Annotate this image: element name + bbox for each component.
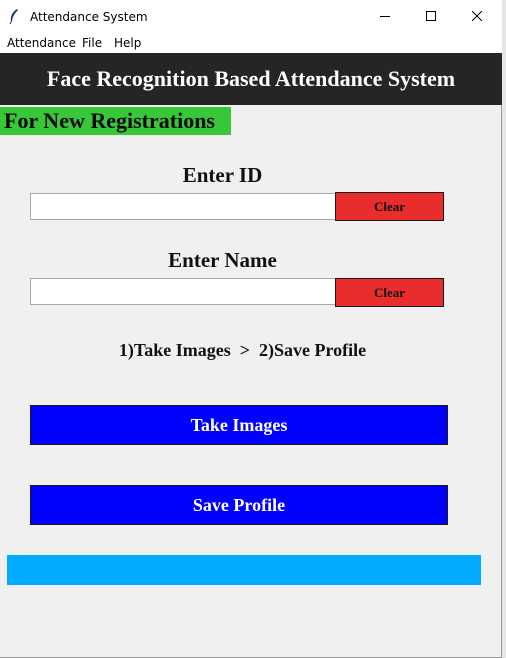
app-header-title: Face Recognition Based Attendance System xyxy=(0,53,502,105)
maximize-icon xyxy=(426,8,436,26)
enter-id-label: Enter ID xyxy=(182,163,263,187)
minimize-icon xyxy=(380,8,390,26)
steps-instruction: 1)Take Images > 2)Save Profile xyxy=(118,340,367,360)
menu-bar: Attendance File Help xyxy=(0,34,502,53)
close-icon xyxy=(471,8,483,26)
clear-id-button[interactable]: Clear xyxy=(335,192,444,221)
title-bar[interactable]: Attendance System xyxy=(0,0,502,34)
background-window-edge xyxy=(502,0,506,658)
name-input[interactable] xyxy=(30,278,336,305)
clear-name-button[interactable]: Clear xyxy=(335,278,444,307)
menu-file[interactable]: File xyxy=(82,36,102,50)
save-profile-button[interactable]: Save Profile xyxy=(30,485,448,525)
minimize-button[interactable] xyxy=(362,0,408,34)
registration-banner: For New Registrations xyxy=(0,107,231,135)
menu-help[interactable]: Help xyxy=(114,36,141,50)
app-window: Attendance System Attendance File Help F… xyxy=(0,0,502,658)
window-title: Attendance System xyxy=(30,10,148,24)
maximize-button[interactable] xyxy=(408,0,454,34)
id-input[interactable] xyxy=(30,193,336,220)
take-images-button[interactable]: Take Images xyxy=(30,405,448,445)
menu-attendance[interactable]: Attendance xyxy=(7,36,76,50)
close-button[interactable] xyxy=(454,0,500,34)
status-message-bar xyxy=(7,555,481,585)
feather-icon xyxy=(8,8,20,25)
enter-name-label: Enter Name xyxy=(168,248,277,272)
